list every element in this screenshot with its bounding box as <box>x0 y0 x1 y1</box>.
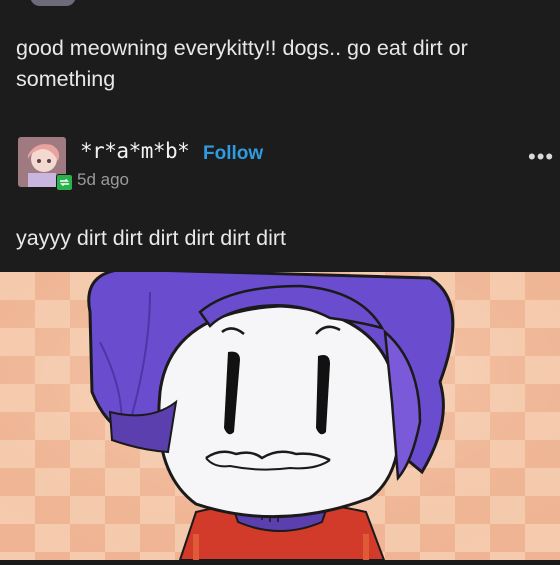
post-text: good meowning everykitty!! dogs.. go eat… <box>16 36 468 91</box>
previous-avatar[interactable] <box>30 0 76 6</box>
reply-timestamp: 5d ago <box>77 170 129 189</box>
more-horizontal-icon[interactable]: ••• <box>528 146 554 168</box>
reply-text: yayyy dirt dirt dirt dirt dirt dirt <box>16 226 286 250</box>
character-image <box>0 267 560 561</box>
reblog-badge-icon <box>56 174 73 191</box>
follow-button[interactable]: Follow <box>203 143 263 165</box>
reply-username[interactable]: *r*a*m*b* <box>80 139 190 163</box>
post-panel: good meowning everykitty!! dogs.. go eat… <box>0 0 560 272</box>
